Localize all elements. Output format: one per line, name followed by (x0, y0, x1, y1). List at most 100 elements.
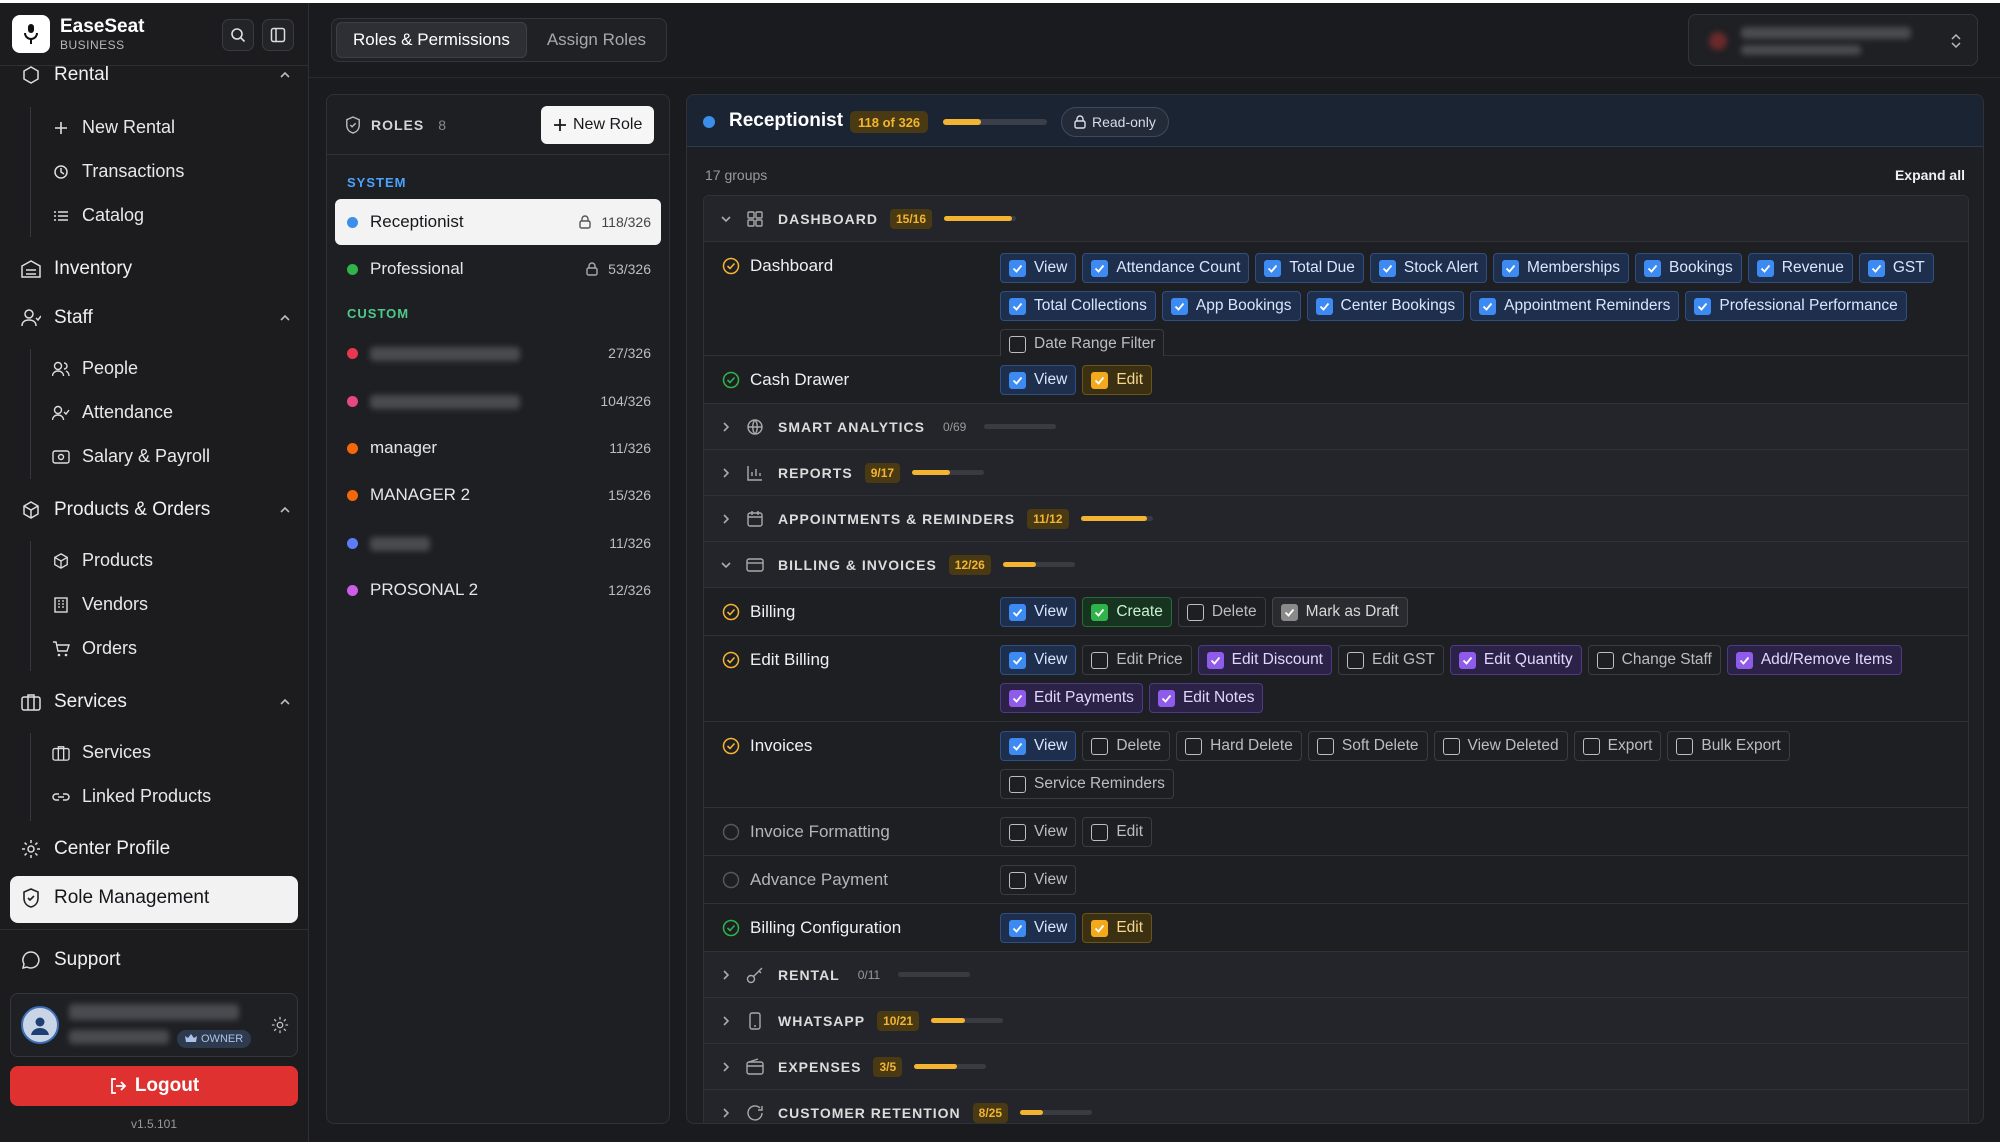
checkbox-icon (1316, 737, 1334, 755)
permission-checkbox[interactable]: Total Due (1255, 253, 1364, 283)
nav-people[interactable]: People (52, 358, 138, 379)
permission-checkbox[interactable]: Edit Discount (1197, 645, 1332, 675)
nav-role-management[interactable]: Role Management (20, 887, 292, 909)
permission-checkbox[interactable]: Delete (1082, 731, 1171, 761)
permission-row-billing: Billing View Create Delete Mark as Draft (704, 588, 1968, 636)
permission-checkbox[interactable]: Date Range Filter (1000, 329, 1165, 359)
permission-checkbox[interactable]: Edit Price (1082, 645, 1192, 675)
permission-checkbox[interactable]: View (1000, 365, 1077, 395)
permission-checkbox[interactable]: Add/Remove Items (1726, 645, 1902, 675)
user-card[interactable]: OWNER (10, 993, 298, 1057)
logout-button[interactable]: Logout (10, 1066, 298, 1106)
permission-checkbox[interactable]: Export (1573, 731, 1662, 761)
permission-checkbox[interactable]: Hard Delete (1176, 731, 1302, 761)
permission-checkbox[interactable]: Edit Quantity (1449, 645, 1582, 675)
search-button[interactable] (222, 19, 254, 51)
role-item[interactable]: 104/326 (335, 378, 661, 424)
role-item[interactable]: manager 11/326 (335, 425, 661, 471)
nav-group-products-orders[interactable]: Products & Orders (20, 499, 292, 521)
permission-group-count: 15/16 (890, 208, 933, 229)
nav-orders[interactable]: Orders (52, 638, 137, 659)
permission-group-header[interactable]: SMART ANALYTICS 0/69 (704, 404, 1968, 450)
nav-services[interactable]: Services (52, 742, 151, 763)
nav-group-staff[interactable]: Staff (20, 307, 292, 329)
nav-attendance[interactable]: Attendance (52, 402, 173, 423)
permission-label: Billing Configuration (750, 918, 902, 937)
permission-checkbox[interactable]: Edit (1082, 913, 1153, 943)
user-settings-button[interactable] (271, 1016, 289, 1039)
permission-checkbox[interactable]: Service Reminders (1000, 769, 1174, 799)
tab-assign-roles[interactable]: Assign Roles (531, 22, 662, 58)
permission-checkbox[interactable]: Edit (1082, 365, 1153, 395)
role-item[interactable]: MANAGER 2 15/326 (335, 472, 661, 518)
permission-checkbox[interactable]: Bulk Export (1667, 731, 1790, 761)
permission-checkbox[interactable]: Revenue (1747, 253, 1853, 283)
permission-checkbox[interactable]: Edit Notes (1148, 683, 1264, 713)
permission-checkbox[interactable]: Center Bookings (1306, 291, 1465, 321)
center-selector[interactable] (1688, 14, 1978, 66)
permission-group-header[interactable]: CUSTOMER RETENTION 8/25 (704, 1090, 1968, 1123)
permission-group-header[interactable]: APPOINTMENTS & REMINDERS 11/12 (704, 496, 1968, 542)
permission-checkbox[interactable]: View (1000, 597, 1077, 627)
permission-group-header[interactable]: EXPENSES 3/5 (704, 1044, 1968, 1090)
nav-vendors[interactable]: Vendors (52, 594, 148, 615)
new-role-button[interactable]: New Role (541, 106, 655, 144)
brand[interactable]: EaseSeat BUSINESS (12, 15, 145, 53)
status-check-icon (722, 371, 740, 389)
permission-checkbox[interactable]: Soft Delete (1307, 731, 1428, 761)
permission-checkbox[interactable]: Change Staff (1587, 645, 1721, 675)
permission-group-header[interactable]: REPORTS 9/17 (704, 450, 1968, 496)
checkbox-icon (1185, 737, 1203, 755)
permission-group-header[interactable]: DASHBOARD 15/16 (704, 196, 1968, 242)
role-item[interactable]: 11/326 (335, 520, 661, 566)
permission-checkbox[interactable]: Create (1082, 597, 1172, 627)
permission-checkbox[interactable]: View (1000, 731, 1077, 761)
permission-checkbox[interactable]: View Deleted (1433, 731, 1568, 761)
nav-new-rental[interactable]: New Rental (52, 117, 175, 138)
nav-transactions[interactable]: Transactions (52, 161, 184, 182)
permission-checkbox[interactable]: View (1000, 913, 1077, 943)
permission-checkbox[interactable]: Appointment Reminders (1470, 291, 1680, 321)
permission-checkbox[interactable]: GST (1858, 253, 1934, 283)
role-permission-count: 11/326 (609, 440, 651, 456)
permission-checkbox[interactable]: Attendance Count (1082, 253, 1250, 283)
permission-checkbox[interactable]: Edit GST (1338, 645, 1444, 675)
permission-group-header[interactable]: RENTAL 0/11 (704, 952, 1968, 998)
permission-checkbox[interactable]: View (1000, 253, 1077, 283)
role-permission-count: 27/326 (608, 345, 651, 361)
permission-checkbox[interactable]: Stock Alert (1369, 253, 1487, 283)
role-item[interactable]: Professional 53/326 (335, 246, 661, 292)
permission-checkbox[interactable]: Mark as Draft (1271, 597, 1408, 627)
permission-group-progress (931, 1018, 1004, 1023)
permission-label: Edit Billing (750, 650, 830, 669)
nav-catalog[interactable]: Catalog (52, 205, 144, 226)
permission-checkbox[interactable]: Edit Payments (1000, 683, 1143, 713)
nav-products[interactable]: Products (52, 550, 153, 571)
permission-checkbox[interactable]: Delete (1177, 597, 1266, 627)
permission-checkbox[interactable]: Professional Performance (1685, 291, 1907, 321)
role-item[interactable]: 27/326 (335, 330, 661, 376)
permission-checkbox[interactable]: View (1000, 645, 1077, 675)
role-item[interactable]: PROSONAL 2 12/326 (335, 567, 661, 613)
tab-roles-permissions[interactable]: Roles & Permissions (336, 22, 527, 58)
permission-checkbox[interactable]: App Bookings (1161, 291, 1301, 321)
nav-group-rental[interactable]: Rental (20, 64, 292, 86)
permission-checkbox[interactable]: View (1000, 865, 1077, 895)
permission-group-count: 0/69 (942, 419, 967, 434)
role-item[interactable]: Receptionist 118/326 (335, 199, 661, 245)
permission-checkbox[interactable]: Bookings (1635, 253, 1742, 283)
permission-checkbox[interactable]: Edit (1082, 817, 1153, 847)
nav-linked-products[interactable]: Linked Products (52, 786, 211, 807)
nav-support[interactable]: Support (20, 949, 292, 971)
nav-center-profile[interactable]: Center Profile (20, 838, 292, 860)
permission-checkbox[interactable]: Memberships (1493, 253, 1630, 283)
permission-checkbox[interactable]: Total Collections (1000, 291, 1156, 321)
permission-group-header[interactable]: WHATSAPP 10/21 (704, 998, 1968, 1044)
permission-group-header[interactable]: BILLING & INVOICES 12/26 (704, 542, 1968, 588)
nav-salary-payroll[interactable]: Salary & Payroll (52, 446, 210, 467)
collapse-sidebar-button[interactable] (262, 19, 294, 51)
permission-checkbox[interactable]: View (1000, 817, 1077, 847)
nav-group-services[interactable]: Services (20, 691, 292, 713)
nav-inventory[interactable]: Inventory (20, 258, 292, 280)
expand-all-button[interactable]: Expand all (1895, 167, 1965, 183)
